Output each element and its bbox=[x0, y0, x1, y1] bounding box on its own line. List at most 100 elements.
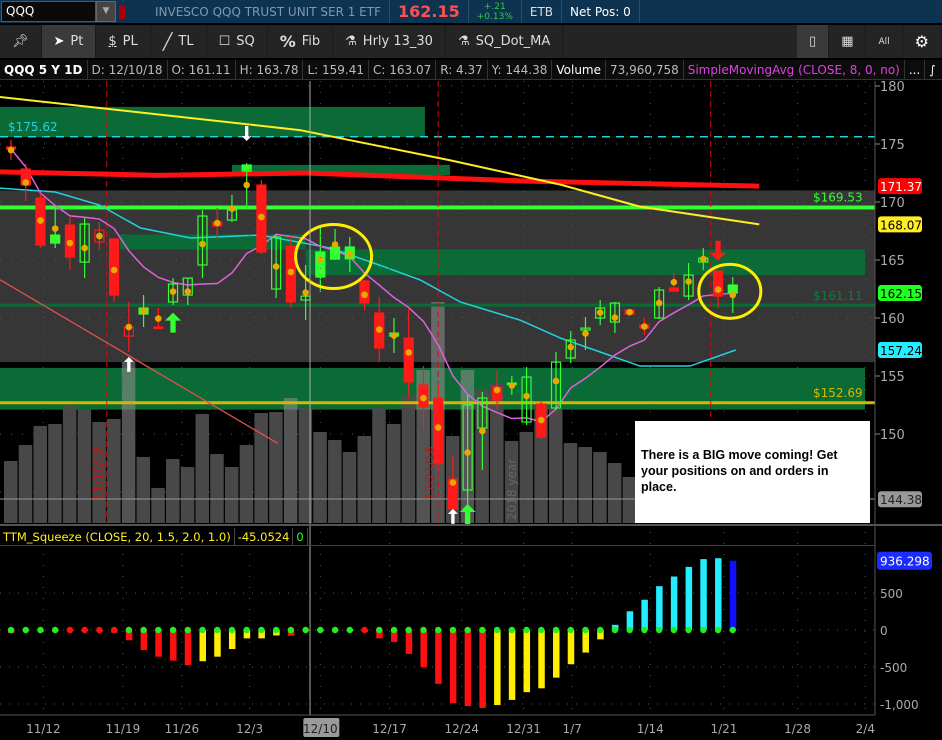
squeeze-dot bbox=[405, 626, 412, 634]
candle-body bbox=[50, 234, 61, 244]
volume-bar bbox=[48, 423, 62, 523]
candle-dot bbox=[449, 479, 457, 486]
volume-bar bbox=[357, 436, 372, 523]
squeeze-dot bbox=[464, 626, 471, 634]
volume-bar bbox=[254, 413, 268, 523]
candle-dot bbox=[434, 424, 442, 431]
candle-body bbox=[329, 246, 341, 260]
price-badge-label: 157.24 bbox=[880, 344, 922, 358]
beaker-icon: ⚗ bbox=[457, 34, 470, 49]
candle-dot bbox=[199, 240, 206, 248]
cursor-arrow-icon: ➤ bbox=[53, 34, 65, 49]
info-open: O: 161.11 bbox=[168, 60, 236, 79]
study-sqdot-button[interactable]: ⚗ SQ_Dot_MA bbox=[446, 25, 564, 58]
volume-bar bbox=[4, 461, 18, 523]
alert-flag-icon bbox=[119, 4, 125, 19]
squeeze-bar bbox=[553, 630, 560, 678]
volume-value: 73,960,758 bbox=[606, 60, 684, 79]
squeeze-bar bbox=[685, 566, 693, 630]
squeeze-dot bbox=[670, 626, 678, 634]
squeeze-dot bbox=[361, 626, 368, 634]
single-layout-button[interactable]: ▯ bbox=[797, 25, 830, 58]
candle-dot bbox=[22, 179, 30, 186]
squeeze-bar bbox=[464, 630, 472, 706]
volume-bar bbox=[283, 398, 298, 523]
sq-label: SQ bbox=[236, 34, 255, 49]
volume-bar bbox=[195, 414, 209, 523]
squeeze-dot bbox=[626, 626, 633, 634]
candle-dot bbox=[375, 326, 383, 333]
candle-dot bbox=[714, 286, 722, 293]
squeeze-dot bbox=[66, 626, 74, 634]
more-studies[interactable]: ... bbox=[905, 60, 926, 79]
beaker-icon: ⚗ bbox=[345, 34, 357, 49]
all-label: All bbox=[878, 36, 890, 47]
fibonacci-button[interactable]: % Fib bbox=[268, 25, 334, 58]
price-badge-label: 162.15 bbox=[880, 287, 922, 301]
volume-bar bbox=[401, 395, 416, 523]
squeeze-badge-label: 936.298 bbox=[880, 555, 930, 569]
date-axis-label: 1/7 bbox=[563, 722, 582, 736]
symbol-input[interactable]: QQQ bbox=[1, 1, 96, 22]
price-axis-label: 150 bbox=[880, 428, 905, 443]
study-curve-icon[interactable]: ∫ bbox=[925, 60, 939, 79]
pointer-label: Pt bbox=[70, 34, 84, 49]
squeeze-dot bbox=[655, 626, 663, 634]
pl-label: PL bbox=[122, 34, 138, 49]
squeeze-dot bbox=[390, 626, 398, 634]
candle-dot bbox=[140, 307, 147, 315]
squeeze-dot bbox=[37, 626, 44, 634]
candle-dot bbox=[331, 241, 339, 248]
squeeze-dot bbox=[199, 626, 206, 634]
drawing-toolbar: 📌︎ ➤ Pt $ PL ╱ TL ☐ SQ % Fib ⚗ Hrly 13_30 ⚗ SQ_… bbox=[0, 25, 942, 58]
candle-dot bbox=[287, 268, 295, 276]
price-level-button[interactable]: $ PL bbox=[96, 25, 151, 58]
candle-dot bbox=[66, 239, 74, 247]
study-label[interactable]: SimpleMovingAvg (CLOSE, 8, 0, no) bbox=[684, 60, 905, 79]
price-badge-label: 144.38 bbox=[880, 493, 922, 507]
square-tool-button[interactable]: ☐ SQ bbox=[207, 25, 268, 58]
squeeze-dot bbox=[493, 626, 501, 634]
candle-dot bbox=[361, 291, 368, 299]
volume-bar bbox=[342, 452, 357, 523]
price-chart[interactable]: $175.62 $169.53 $161.11 $152.69 11/16/18 12/2… bbox=[0, 0, 942, 740]
all-button[interactable]: All bbox=[866, 25, 903, 58]
volume-bar bbox=[372, 407, 386, 523]
volume-label: Volume bbox=[552, 60, 607, 79]
date-axis-label: 1/21 bbox=[710, 722, 737, 736]
volume-bar bbox=[578, 446, 592, 523]
grid-layout-button[interactable]: ▦ bbox=[829, 25, 867, 58]
volume-bar bbox=[33, 425, 47, 523]
candle-dot bbox=[655, 299, 663, 307]
squeeze-dot bbox=[729, 626, 736, 634]
squeeze-label[interactable]: TTM_Squeeze (CLOSE, 20, 1.5, 2.0, 1.0) bbox=[0, 528, 235, 545]
candle-body bbox=[241, 164, 252, 172]
trendline-button[interactable]: ╱ TL bbox=[151, 25, 207, 58]
volume-bar bbox=[519, 431, 534, 523]
squeeze-dot bbox=[567, 626, 574, 634]
price-badge-label: 171.37 bbox=[880, 180, 922, 194]
pin-button[interactable]: 📌︎ bbox=[0, 25, 42, 58]
date-marker-label: 11/16/18 bbox=[92, 446, 106, 500]
study-hrly-button[interactable]: ⚗ Hrly 13_30 bbox=[333, 25, 446, 58]
info-high: H: 163.78 bbox=[236, 60, 304, 79]
chevron-down-icon[interactable]: ▼ bbox=[96, 1, 116, 22]
squeeze-bar bbox=[494, 630, 501, 706]
candle-dot bbox=[493, 386, 501, 394]
settings-button[interactable]: ⚙ bbox=[903, 25, 942, 58]
date-axis-label: 11/26 bbox=[165, 722, 200, 736]
candle-dot bbox=[302, 289, 309, 296]
chart-info-bar: QQQ 5 Y 1D D: 12/10/18 O: 161.11 H: 163.… bbox=[0, 60, 942, 80]
date-axis-label: 11/12 bbox=[26, 722, 61, 736]
level-label: $161.11 bbox=[813, 289, 863, 303]
squeeze-bar bbox=[700, 559, 707, 630]
candle-dot bbox=[37, 217, 44, 224]
volume-bar bbox=[563, 443, 578, 523]
squeeze-bar bbox=[670, 576, 678, 630]
tl-label: TL bbox=[178, 34, 194, 49]
squeeze-dot bbox=[184, 626, 191, 634]
price-change: +.21 +0.13% bbox=[469, 0, 522, 23]
pointer-tool-button[interactable]: ➤ Pt bbox=[41, 25, 97, 58]
candle-dot bbox=[729, 291, 737, 299]
volume-bar bbox=[18, 445, 33, 523]
